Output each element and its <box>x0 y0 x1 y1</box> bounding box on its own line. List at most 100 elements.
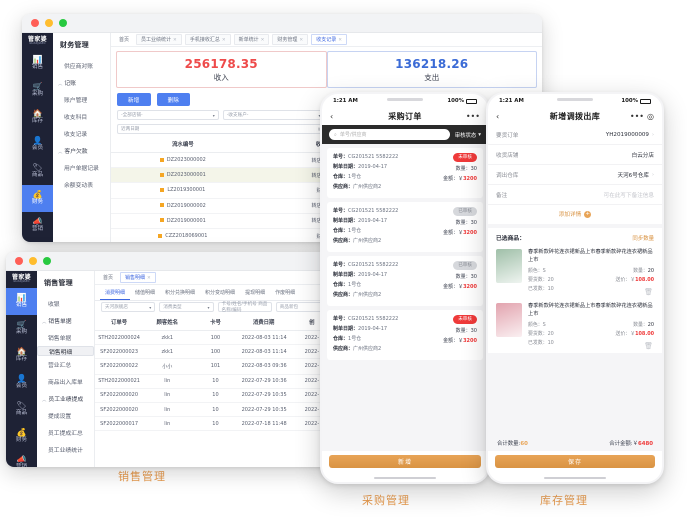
subtab-积分兑换明细[interactable]: 积分兑换明细 <box>160 285 200 300</box>
form-row-收货店铺[interactable]: 收货店铺 白云分店 <box>488 145 662 165</box>
close-window-button[interactable] <box>31 19 39 27</box>
rail-item-采购[interactable]: 🛒 采购 <box>22 77 53 104</box>
subtab-储值明细[interactable]: 储值明细 <box>130 285 160 300</box>
tab-手机接收汇总[interactable]: 手机接收汇总 ✕ <box>184 34 231 45</box>
nav-item-销售单据[interactable]: ︿ 销售单据 <box>37 312 94 329</box>
rail-item-会员[interactable]: 👤 会员 <box>22 131 53 158</box>
purchase-order-card[interactable]: 未审核 单号：CG201521 5582222 制单日期：2019-04-17 仓库：… <box>327 310 483 360</box>
table-row[interactable]: STH2022000024 zkk1 100 2022-08-03 11:14 2022… <box>95 330 336 346</box>
nav-item-收银[interactable]: 收银 <box>37 295 94 312</box>
tab-label: 首页 <box>119 37 130 43</box>
rail-item-营销[interactable]: 📣营销 <box>22 212 53 239</box>
tab-财务管理[interactable]: 财务管理 ✕ <box>272 34 309 45</box>
maximize-window-button[interactable] <box>59 19 67 27</box>
delete-icon[interactable]: 🗑 <box>644 342 653 350</box>
maximize-window-button[interactable] <box>43 257 51 265</box>
minimize-window-button[interactable] <box>29 257 37 265</box>
rail-item-销售[interactable]: 📊 销售 <box>6 288 37 316</box>
back-icon[interactable]: ‹ <box>496 112 518 121</box>
filter--全部店铺-[interactable]: -全部店铺- ▾ <box>117 110 219 120</box>
rail-item-营销[interactable]: 📣营销 <box>6 450 37 467</box>
tab-员工业绩统计[interactable]: 员工业绩统计 ✕ <box>136 34 182 45</box>
nav-item-员工提成汇总[interactable]: 员工提成汇总 <box>37 424 94 441</box>
rail-item-商品[interactable]: 🏷 商品 <box>22 158 53 185</box>
subtab-消费明细[interactable]: 消费明细 <box>100 285 131 300</box>
table-row[interactable]: SF2022000017 lin 10 2022-07-18 11:48 2022- <box>95 416 336 432</box>
form-row-备注[interactable]: 备注 可在此写下备注信息 <box>488 185 662 205</box>
nav-item-账户管理[interactable]: 账户管理 <box>53 91 110 108</box>
nav-item-记账[interactable]: ︿ 记账 <box>53 74 110 91</box>
date-range-input[interactable]: 近两日期▤ <box>117 123 327 134</box>
purchase-order-card[interactable]: 已审核 单号：CG201521 5582222 制单日期：2019-04-17 仓库：… <box>327 202 483 252</box>
sync-quantity-button[interactable]: 同步数量 <box>632 234 654 242</box>
form-row-要货订单[interactable]: 要货订单 YH2019000009 › <box>488 125 662 145</box>
nav-item-销售明细[interactable]: 销售明细 <box>37 346 94 356</box>
save-button[interactable]: 保存 <box>495 455 655 468</box>
nav-item-商品出入库单[interactable]: 商品出入库单 <box>37 373 94 390</box>
minimize-window-button[interactable] <box>45 19 53 27</box>
rail-item-会员[interactable]: 👤 会员 <box>6 369 37 396</box>
subtab-作废明细[interactable]: 作废明细 <box>270 285 300 300</box>
close-tab-icon[interactable]: ✕ <box>222 38 226 43</box>
nav-item-销售单据[interactable]: 销售单据 <box>37 329 94 346</box>
rail-item-库存[interactable]: 🏠 库存 <box>22 104 53 131</box>
close-window-button[interactable] <box>15 257 23 265</box>
close-tab-icon[interactable]: ✕ <box>338 38 342 43</box>
filter-天河旗舰店[interactable]: 天河旗舰店 ▾ <box>101 302 156 312</box>
table-row[interactable]: SF2022000020 lin 10 2022-07-29 10:35 2022- <box>95 402 336 418</box>
table-row[interactable]: SF2022000023 zkk1 100 2022-08-03 11:14 2022- <box>95 344 336 360</box>
nav-item-营业汇总[interactable]: 营业汇总 <box>37 356 94 373</box>
nav-item-提成设置[interactable]: 提成设置 <box>37 407 94 424</box>
more-icon[interactable]: ••• <box>458 112 480 121</box>
nav-item-收支科目[interactable]: 收支科目 <box>53 108 110 125</box>
more-icon[interactable]: ••• <box>630 112 644 121</box>
table-row[interactable]: SF2022000022 小小 101 2022-08-03 09:36 2022- <box>95 358 336 375</box>
filter--收支账户-[interactable]: -收支账户-▾ <box>222 110 325 120</box>
add-purchase-button[interactable]: 新增 <box>329 455 481 468</box>
table-row[interactable]: STH2022000021 lin 10 2022-07-29 10:36 2022- <box>95 374 336 389</box>
rail-item-财务[interactable]: 💰 财务 <box>22 185 53 213</box>
nav-item-员工业绩统计[interactable]: 员工业绩统计 <box>37 441 94 458</box>
purchase-order-card[interactable]: 未审核 单号：CG201521 5582222 制单日期：2019-04-17 仓库：… <box>327 148 483 198</box>
close-tab-icon[interactable]: ✕ <box>147 276 151 281</box>
product-item[interactable]: 春季新款碎花连衣裙新品上市春季新款碎花连衣裙新品上市 颜色：S 数量：20 要货数：2… <box>488 299 662 354</box>
tab-首页[interactable]: 首页 <box>115 35 133 44</box>
rail-item-报表[interactable]: 🗂报表 <box>22 239 53 242</box>
tab-首页[interactable]: 首页 <box>99 273 117 282</box>
tab-收支记录[interactable]: 收支记录 ✕ <box>311 34 347 45</box>
audit-status-filter[interactable]: 审核状态 ▾ <box>455 131 481 139</box>
tab-新单统计[interactable]: 新单统计 ✕ <box>233 34 270 45</box>
add-detail-button[interactable]: 添加详情 + <box>488 205 662 224</box>
filter-卡号/姓名/手机号 商品名称/编码[interactable]: 卡号/姓名/手机号 商品名称/编码 <box>217 302 272 313</box>
rail-item-商品[interactable]: 🏷 商品 <box>6 396 37 423</box>
order-amounts: 数量：30 金额：￥3200 <box>443 219 477 239</box>
nav-item-用户单据记录[interactable]: 用户单据记录 <box>53 159 110 176</box>
subtab-提现明细[interactable]: 提现明细 <box>240 285 270 300</box>
nav-item-收支记录[interactable]: 收支记录 <box>53 125 110 142</box>
close-tab-icon[interactable]: ✕ <box>173 38 177 43</box>
rail-item-库存[interactable]: 🏠 库存 <box>6 342 37 369</box>
filter-消费类型[interactable]: 消费类型 ▾ <box>159 302 214 312</box>
button-新增[interactable]: 新增 <box>117 93 151 106</box>
button-删除[interactable]: 删除 <box>156 93 191 106</box>
rail-item-销售[interactable]: 📊 销售 <box>22 50 53 77</box>
tab-销售明细[interactable]: 销售明细 ✕ <box>120 272 156 283</box>
purchase-order-card[interactable]: 已审核 单号：CG201521 5582222 制单日期：2019-04-17 仓库：… <box>327 256 483 306</box>
product-item[interactable]: 春季新款碎花连衣裙新品上市春季新款碎花连衣裙新品上市 颜色：S 数量：20 要货数：2… <box>488 245 662 300</box>
nav-item-供应商对账[interactable]: 供应商对账 <box>53 57 110 74</box>
nav-item-客户欠款[interactable]: ︿ 客户欠款 <box>53 142 110 159</box>
nav-item-余额变动表[interactable]: 余额变动表 <box>53 176 110 193</box>
form-row-调出仓库[interactable]: 调出仓库 天河6号仓库 › <box>488 165 662 185</box>
table-row[interactable]: SF2022000020 lin 10 2022-07-29 10:35 2022- <box>95 388 336 403</box>
rail-item-财务[interactable]: 💰 财务 <box>6 423 37 450</box>
search-input[interactable]: ⌕ 单号/供应商 <box>329 129 450 140</box>
delete-icon[interactable]: 🗑 <box>644 288 653 296</box>
rail-item-采购[interactable]: 🛒 采购 <box>6 315 37 342</box>
nav-item-员工业绩提成[interactable]: ︿ 员工业绩提成 <box>37 390 94 407</box>
close-tab-icon[interactable]: ✕ <box>261 38 265 43</box>
back-icon[interactable]: ‹ <box>330 112 352 121</box>
scan-target-icon[interactable]: ◎ <box>647 112 654 121</box>
close-tab-icon[interactable]: ✕ <box>299 38 303 43</box>
chevron-down-icon: ▾ <box>478 131 481 138</box>
subtab-积分变动明细[interactable]: 积分变动明细 <box>200 285 240 300</box>
